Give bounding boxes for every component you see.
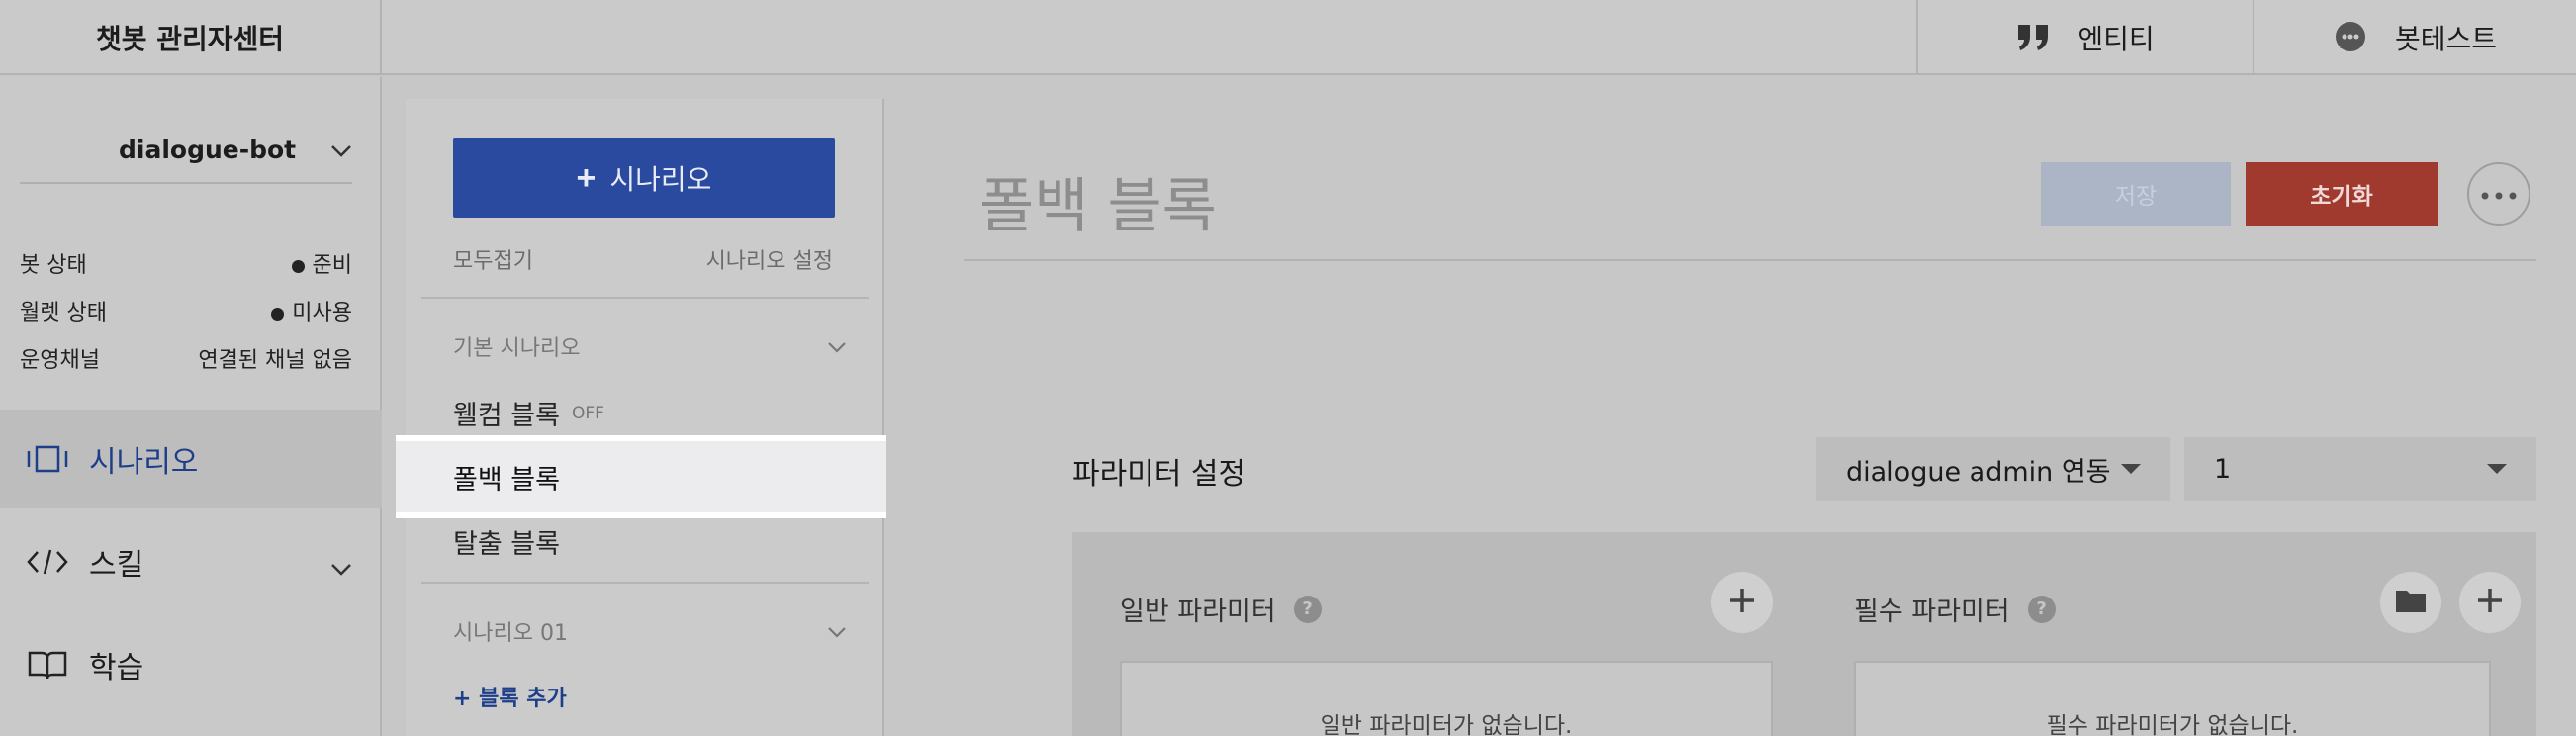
status-label: 봇 상태 bbox=[20, 253, 87, 278]
code-icon bbox=[26, 547, 69, 577]
top-bar: 챗봇 관리자센터 엔티티 봇테스트 bbox=[0, 0, 2576, 75]
divider bbox=[964, 259, 2536, 261]
reset-button[interactable]: 초기화 bbox=[2246, 162, 2438, 226]
empty-message: 필수 파라미터가 없습니다. bbox=[2046, 713, 2299, 736]
plus-icon bbox=[2475, 586, 2505, 619]
save-button[interactable]: 저장 bbox=[2041, 162, 2231, 226]
block-label: 폴백 블록 bbox=[453, 464, 560, 496]
app-title[interactable]: 챗봇 관리자센터 bbox=[0, 0, 382, 75]
divider bbox=[421, 582, 869, 584]
more-icon bbox=[2481, 185, 2517, 204]
entity-label: 엔티티 bbox=[2077, 23, 2155, 55]
scenario-group-default[interactable]: 기본 시나리오 bbox=[453, 330, 847, 362]
chevron-down-icon bbox=[330, 550, 352, 585]
status-value: 미사용 bbox=[271, 295, 352, 326]
bot-status-row: 봇 상태 준비 bbox=[20, 247, 352, 279]
general-params-label: 일반 파라미터 bbox=[1120, 597, 1276, 627]
required-params-label: 필수 파라미터 bbox=[1854, 597, 2010, 627]
empty-message: 일반 파라미터가 없습니다. bbox=[1320, 713, 1573, 736]
group-label: 기본 시나리오 bbox=[453, 336, 581, 361]
block-item-fallback[interactable]: 폴백 블록 bbox=[396, 435, 898, 518]
block-item-welcome[interactable]: 웰컴 블록 OFF bbox=[453, 394, 604, 432]
entity-button[interactable]: 엔티티 bbox=[1916, 0, 2253, 75]
block-label: 탈출 블록 bbox=[453, 529, 560, 560]
required-params-title: 필수 파라미터 ? bbox=[1854, 590, 2056, 628]
select-value: dialogue admin 연동 bbox=[1846, 456, 2111, 488]
group-label: 시나리오 01 bbox=[453, 621, 568, 646]
page-title: 폴백 블록 bbox=[979, 172, 1217, 241]
sidebar-item-label: 스킬 bbox=[89, 548, 144, 583]
plus-icon bbox=[1727, 586, 1757, 619]
scenario-panel: + 시나리오 모두접기 시나리오 설정 기본 시나리오 웰컴 블록 OFF 탈출… bbox=[406, 99, 884, 736]
folder-icon bbox=[2395, 588, 2427, 617]
sidebar-item-label: 시나리오 bbox=[89, 445, 199, 480]
collapse-all-link[interactable]: 모두접기 bbox=[453, 243, 533, 275]
quote-icon bbox=[2016, 23, 2050, 52]
chevron-down-icon bbox=[827, 334, 847, 359]
parameter-settings-title: 파라미터 설정 bbox=[1072, 457, 1246, 492]
required-params-empty: 필수 파라미터가 없습니다. bbox=[1854, 661, 2491, 736]
chevron-down-icon bbox=[330, 136, 352, 164]
parameter-area: 일반 파라미터 ? 필수 파라미터 ? 일반 파라미터가 없습니다. 필수 파라… bbox=[1072, 532, 2536, 736]
sidebar: dialogue-bot 봇 상태 준비 월렛 상태 미사용 운영채널 연결된 … bbox=[0, 77, 382, 736]
caret-down-icon bbox=[2487, 464, 2507, 474]
book-icon bbox=[26, 649, 69, 681]
status-label: 운영채널 bbox=[20, 348, 100, 373]
channel-status-row: 운영채널 연결된 채널 없음 bbox=[20, 342, 352, 374]
bot-test-label: 봇테스트 bbox=[2394, 23, 2498, 55]
chevron-down-icon bbox=[827, 619, 847, 644]
number-select[interactable]: 1 bbox=[2184, 437, 2536, 501]
status-value: 연결된 채널 없음 bbox=[198, 348, 352, 373]
add-general-param-button[interactable] bbox=[1711, 572, 1773, 633]
add-block-link[interactable]: + 블록 추가 bbox=[453, 681, 567, 712]
add-required-param-button[interactable] bbox=[2459, 572, 2521, 633]
caret-down-icon bbox=[2121, 464, 2141, 474]
sidebar-item-skill[interactable]: 스킬 bbox=[0, 512, 382, 611]
status-value: 준비 bbox=[291, 247, 352, 279]
scenario-group-01[interactable]: 시나리오 01 bbox=[453, 615, 847, 647]
sidebar-item-scenario[interactable]: 시나리오 bbox=[0, 410, 382, 508]
general-params-title: 일반 파라미터 ? bbox=[1120, 590, 1322, 628]
admin-integration-select[interactable]: dialogue admin 연동 bbox=[1816, 437, 2170, 501]
main-content: 폴백 블록 저장 초기화 파라미터 설정 dialogue admin 연동 1… bbox=[886, 77, 2576, 736]
help-icon[interactable]: ? bbox=[1293, 595, 1322, 623]
wallet-status-row: 월렛 상태 미사용 bbox=[20, 295, 352, 326]
divider bbox=[421, 297, 869, 299]
sidebar-item-learning[interactable]: 학습 bbox=[0, 615, 382, 714]
help-icon[interactable]: ? bbox=[2027, 595, 2056, 623]
general-params-empty: 일반 파라미터가 없습니다. bbox=[1120, 661, 1773, 736]
more-options-button[interactable] bbox=[2467, 162, 2530, 226]
off-badge: OFF bbox=[571, 403, 604, 423]
status-dot bbox=[291, 259, 305, 273]
add-scenario-button[interactable]: + 시나리오 bbox=[453, 138, 835, 218]
plus-icon: + bbox=[576, 158, 597, 197]
sidebar-item-label: 학습 bbox=[89, 651, 144, 686]
add-scenario-label: 시나리오 bbox=[609, 164, 712, 195]
folder-button[interactable] bbox=[2380, 572, 2441, 633]
block-item-escape[interactable]: 탈출 블록 bbox=[453, 522, 560, 561]
block-label: 웰컴 블록 bbox=[453, 401, 560, 431]
status-dot bbox=[271, 307, 285, 321]
bot-test-button[interactable]: 봇테스트 bbox=[2253, 0, 2576, 75]
select-value: 1 bbox=[2214, 453, 2232, 485]
scenario-icon bbox=[26, 444, 69, 474]
status-label: 월렛 상태 bbox=[20, 301, 107, 325]
bot-name: dialogue-bot bbox=[119, 135, 297, 164]
bot-selector[interactable]: dialogue-bot bbox=[20, 117, 352, 184]
scenario-settings-link[interactable]: 시나리오 설정 bbox=[706, 243, 833, 275]
chat-bubble-icon bbox=[2334, 21, 2367, 54]
